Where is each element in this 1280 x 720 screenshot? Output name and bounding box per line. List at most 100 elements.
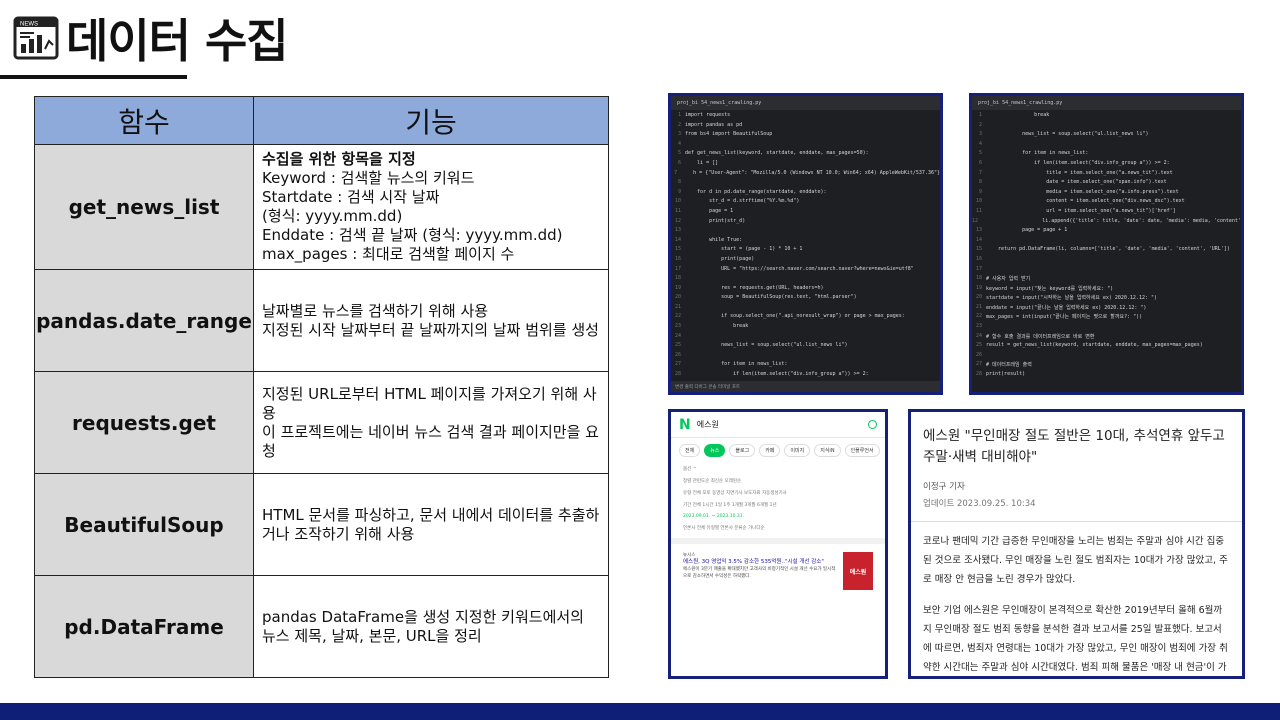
line-number: 8 bbox=[978, 179, 982, 186]
title-area: NEWS 데이터 수집 bbox=[12, 8, 289, 68]
code-text: for item in news_list: bbox=[986, 150, 1089, 157]
code-text: keyword = input("찾는 keyword를 입력하세요: ") bbox=[986, 285, 1114, 292]
code-body: 1 import requests 2 import pandas as pd 3 fro… bbox=[671, 110, 940, 392]
line-number: 2 bbox=[978, 121, 982, 128]
code-text: if len(item.select("div.info_group a")) … bbox=[986, 159, 1170, 166]
line-number: 10 bbox=[975, 198, 982, 205]
naver-search-bar: N 에스원 bbox=[671, 412, 885, 438]
code-line: 5 def get_news_list(keyword, startdate, e… bbox=[671, 150, 940, 160]
line-number: 9 bbox=[978, 188, 982, 195]
function-table: 함수 기능 get_news_list 수집을 위한 항목을 지정 Keywor… bbox=[34, 96, 609, 678]
code-text: while True: bbox=[685, 236, 743, 243]
code-line: 12 li.append({'title': title, 'date': da… bbox=[972, 218, 1241, 228]
line-number: 28 bbox=[674, 371, 681, 378]
line-number: 15 bbox=[975, 246, 982, 253]
description-line: 수집을 위한 항목을 지정 bbox=[262, 150, 416, 168]
search-query: 에스원 bbox=[696, 420, 719, 429]
code-line: 25 result = get_news_list(keyword, startd… bbox=[972, 342, 1241, 352]
code-text: li.append({'title': title, 'date': date,… bbox=[1042, 217, 1244, 224]
line-number: 5 bbox=[978, 150, 982, 157]
line-number: 5 bbox=[677, 150, 681, 157]
code-text: soup = BeautifulSoup(res.text, "html.par… bbox=[685, 294, 857, 301]
line-number: 1 bbox=[978, 112, 982, 118]
code-line: 6 li = [] bbox=[671, 160, 940, 170]
description-line: Startdate : 검색 시작 날짜 bbox=[262, 188, 440, 206]
line-number: 22 bbox=[674, 313, 681, 320]
code-text: if len(item.select("div.info_group a")) … bbox=[685, 371, 869, 378]
editor-tab: proj_bi 54_news1_crawling.py bbox=[671, 96, 940, 110]
line-number: 17 bbox=[975, 265, 982, 272]
article-paragraph: 코로나 팬데믹 기간 급증한 무인매장을 노리는 범죄는 주말과 심야 시간 집… bbox=[923, 536, 1228, 585]
line-number: 26 bbox=[975, 351, 982, 358]
code-text: startdate = input("시작하는 날을 입력하세요 ex) 202… bbox=[986, 295, 1158, 302]
description-line: 지정된 URL로부터 HTML 페이지를 가져오기 위해 사용 bbox=[262, 384, 597, 422]
code-line: 27 for item in news_list: bbox=[671, 361, 940, 371]
line-number: 2 bbox=[677, 121, 681, 128]
line-number: 19 bbox=[674, 284, 681, 291]
line-number: 15 bbox=[674, 246, 681, 253]
code-line: 28 if len(item.select("div.info_group a"… bbox=[671, 371, 940, 381]
code-line: 15 return pd.DataFrame(li, columns=['tit… bbox=[972, 246, 1241, 256]
code-line: 16 print(page) bbox=[671, 256, 940, 266]
editor-status-bar: 변경 출력 디버그 콘솔 터미널 포트 bbox=[671, 381, 940, 392]
code-line: 10 content = item.select_one("div.news_d… bbox=[972, 198, 1241, 208]
code-line: 27 # 데이터프레임 출력 bbox=[972, 361, 1241, 371]
code-text: print(result) bbox=[986, 371, 1026, 378]
table-row: BeautifulSoup HTML 문서를 파싱하고, 문서 내에서 데이터를… bbox=[34, 473, 609, 576]
code-text: date = item.select_one("span.info").text bbox=[986, 179, 1167, 186]
code-line: 8 date = item.select_one("span.info").te… bbox=[972, 179, 1241, 189]
code-line: 25 news_list = soup.select("ul.list_news… bbox=[671, 342, 940, 352]
code-line: 6 if len(item.select("div.info_group a")… bbox=[972, 160, 1241, 170]
code-text: news_list = soup.select("ul.list_news li… bbox=[986, 131, 1149, 138]
news-source: 뉴시스 bbox=[683, 553, 696, 558]
article-title: 에스원 "무인매장 절도 절반은 10대, 추석연휴 앞두고 주말·새벽 대비해… bbox=[923, 428, 1225, 465]
tab-cafe: 카페 bbox=[759, 444, 781, 457]
code-text: start = (page - 1) * 10 + 1 bbox=[685, 246, 803, 253]
code-screenshot-right: proj_bi 54_news1_crawling.py 1 break 2 3 n… bbox=[969, 93, 1244, 395]
line-number: 18 bbox=[674, 275, 681, 282]
code-text: import requests bbox=[685, 112, 731, 118]
code-text: content = item.select_one("div.news_dsc"… bbox=[986, 198, 1185, 205]
line-number: 27 bbox=[975, 361, 982, 368]
description-line: 지정된 시작 날짜부터 끝 날짜까지의 날짜 범위를 생성 bbox=[262, 320, 599, 339]
line-number: 28 bbox=[975, 371, 982, 378]
code-text: for d in pd.date_range(startdate, enddat… bbox=[685, 188, 827, 195]
description-line: max_pages : 최대로 검색할 페이지 수 bbox=[262, 245, 515, 263]
code-line: 23 bbox=[972, 323, 1241, 333]
line-number: 23 bbox=[674, 323, 681, 330]
code-text: import pandas as pd bbox=[685, 121, 743, 128]
line-number: 13 bbox=[975, 227, 982, 234]
code-line: 9 for d in pd.date_range(startdate, endd… bbox=[671, 189, 940, 199]
table-header-function: 함수 bbox=[34, 96, 254, 145]
code-text: max_pages = int(input("끝나는 페이지는 몇으로 할까요?… bbox=[986, 314, 1143, 321]
tab-all: 전체 bbox=[679, 444, 701, 457]
code-text: print(str_d) bbox=[685, 217, 746, 224]
line-number: 19 bbox=[975, 284, 982, 291]
table-row: requests.get 지정된 URL로부터 HTML 페이지를 가져오기 위… bbox=[34, 371, 609, 474]
line-number: 8 bbox=[677, 179, 681, 186]
code-line: 24 # 함수 호출 결과를 데이터프레임으로 바로 변환 bbox=[972, 333, 1241, 343]
table-row: get_news_list 수집을 위한 항목을 지정 Keyword : 검색… bbox=[34, 144, 609, 270]
line-number: 22 bbox=[975, 313, 982, 320]
line-number: 23 bbox=[975, 323, 982, 330]
line-number: 14 bbox=[975, 236, 982, 243]
naver-logo: N bbox=[679, 416, 691, 433]
line-number: 11 bbox=[975, 207, 982, 214]
page-title: 데이터 수집 bbox=[66, 14, 289, 68]
line-number: 13 bbox=[674, 227, 681, 234]
line-number: 20 bbox=[674, 294, 681, 301]
option-row: 기간 전체 1시간 1일 1주 1개월 3개월 6개월 1년 bbox=[683, 503, 777, 508]
code-line: 17 URL = "https://search.naver.com/searc… bbox=[671, 266, 940, 276]
description-line: Enddate : 검색 끝 날짜 (형식: yyyy.mm.dd) bbox=[262, 226, 563, 244]
divider bbox=[911, 521, 1242, 522]
line-number: 11 bbox=[674, 207, 681, 214]
title-underline bbox=[0, 75, 187, 79]
line-number: 20 bbox=[975, 294, 982, 301]
code-line: 2 bbox=[972, 122, 1241, 132]
option-row: 2023.09.01. ~ 2023.10.31. bbox=[683, 514, 745, 519]
code-text: if soup.select_one(".api_noresult_wrap")… bbox=[685, 313, 905, 320]
option-row: 언론사 전체 유형별 언론사 분류순 가나다순 bbox=[683, 526, 765, 531]
function-name: BeautifulSoup bbox=[34, 473, 254, 576]
function-description: 지정된 URL로부터 HTML 페이지를 가져오기 위해 사용 이 프로젝트에는… bbox=[253, 371, 609, 474]
function-name: pd.DataFrame bbox=[34, 575, 254, 678]
